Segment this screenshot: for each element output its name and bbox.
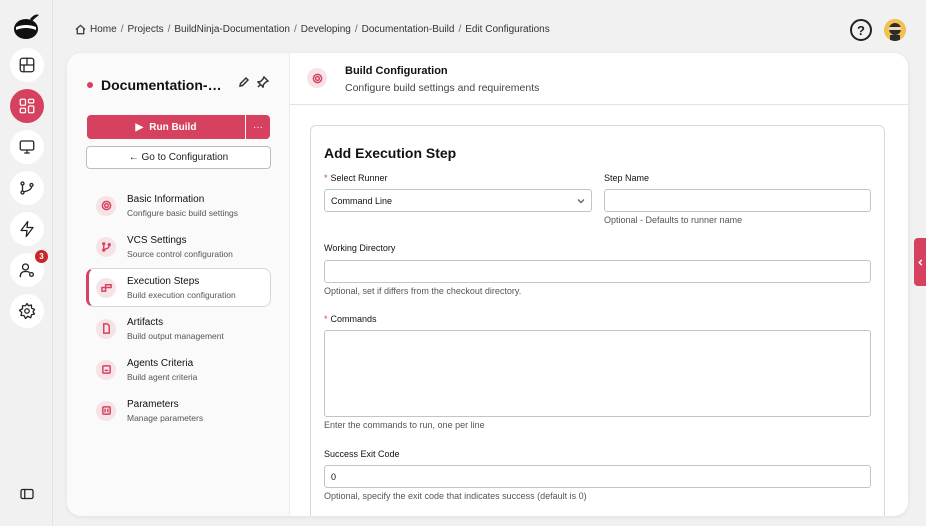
nav-label: Basic Information	[127, 193, 205, 205]
nav-label: Execution Steps	[127, 275, 200, 287]
sliders-icon	[101, 406, 111, 415]
steps-icon	[100, 284, 112, 292]
go-to-configuration-button[interactable]: ← Go to Configuration	[86, 146, 271, 169]
question-icon: ?	[857, 22, 865, 38]
rail-vcs-button[interactable]	[10, 171, 44, 205]
left-rail: 3	[0, 0, 53, 526]
main-card: Documentation-Build ▶ Run Build ··· ← Go…	[67, 53, 908, 516]
status-dot	[87, 82, 93, 88]
nav-label: Artifacts	[127, 316, 164, 328]
exit-code-help: Optional, specify the exit code that ind…	[324, 491, 587, 501]
gear-icon	[312, 73, 322, 83]
ninja-avatar-icon	[884, 19, 906, 41]
nav-label: VCS Settings	[127, 234, 187, 246]
edit-icon[interactable]	[238, 76, 250, 88]
settings-icon	[18, 302, 36, 320]
gear-icon	[101, 200, 111, 211]
monitor-icon	[19, 140, 35, 154]
run-build-button[interactable]: ▶ Run Build	[87, 115, 245, 139]
nav-desc: Build output management	[127, 330, 224, 341]
runner-select-value: Command Line	[331, 195, 393, 206]
breadcrumb-project[interactable]: BuildNinja-Documentation	[174, 24, 290, 35]
nav-agents-criteria[interactable]: Agents Criteria Build agent criteria	[86, 350, 271, 389]
avatar[interactable]	[884, 19, 906, 41]
nav-desc: Source control configuration	[127, 248, 233, 259]
nav-vcs-settings[interactable]: VCS Settings Source control configuration	[86, 227, 271, 266]
config-nav: Basic Information Configure basic build s…	[86, 186, 271, 432]
nav-execution-steps[interactable]: Execution Steps Build execution configura…	[86, 268, 271, 307]
file-icon	[102, 323, 110, 334]
agent-icon	[101, 365, 111, 374]
execution-step-form: Add Execution Step * Select Runner Comman…	[310, 125, 885, 516]
play-icon: ▶	[135, 121, 144, 133]
nav-parameters[interactable]: Parameters Manage parameters	[86, 391, 271, 430]
chevron-left-icon	[917, 258, 922, 266]
rail-collapse-button[interactable]	[10, 477, 44, 511]
rail-monitor-button[interactable]	[10, 130, 44, 164]
exit-code-input[interactable]: 0	[324, 465, 871, 488]
breadcrumb-current: Edit Configurations	[465, 24, 550, 35]
form-title: Add Execution Step	[324, 145, 457, 161]
exit-code-label: Success Exit Code	[324, 449, 400, 459]
nav-label: Agents Criteria	[127, 357, 194, 369]
breadcrumb-home[interactable]: Home	[90, 24, 117, 35]
breadcrumb: Home / Projects / BuildNinja-Documentation…	[75, 24, 550, 35]
vcs-icon	[20, 181, 34, 195]
notification-badge: 3	[35, 250, 48, 263]
sidebar-toggle-icon	[20, 488, 34, 500]
breadcrumb-build[interactable]: Documentation-Build	[362, 24, 455, 35]
projects-icon	[19, 98, 35, 114]
run-options-button[interactable]: ···	[246, 115, 270, 139]
step-name-help: Optional - Defaults to runner name	[604, 215, 743, 225]
nav-desc: Build agent criteria	[127, 371, 198, 382]
nav-basic-information[interactable]: Basic Information Configure basic build s…	[86, 186, 271, 225]
ninja-logo-icon[interactable]	[10, 10, 42, 42]
workdir-label: Working Directory	[324, 243, 396, 253]
step-name-input[interactable]	[604, 189, 871, 212]
branch-icon	[101, 242, 111, 252]
panel-subtitle: Configure build settings and requirement…	[345, 82, 540, 94]
nav-desc: Manage parameters	[127, 412, 204, 423]
config-sidebar: Documentation-Build ▶ Run Build ··· ← Go…	[67, 53, 290, 516]
chevron-down-icon	[577, 199, 585, 204]
required-marker: *	[324, 314, 328, 324]
runner-select[interactable]: Command Line	[324, 189, 592, 212]
panel-header: Build Configuration Configure build sett…	[290, 53, 908, 105]
nav-desc: Build execution configuration	[127, 289, 236, 300]
run-build-label: Run Build	[149, 121, 197, 133]
panel-title: Build Configuration	[345, 65, 448, 77]
nav-label: Parameters	[127, 398, 179, 410]
help-button[interactable]: ?	[850, 19, 872, 41]
runner-label: * Select Runner	[324, 173, 388, 183]
rail-users-button[interactable]: 3	[10, 250, 48, 287]
rail-lightning-button[interactable]	[10, 212, 44, 246]
workdir-input[interactable]	[324, 260, 871, 283]
dashboard-icon	[19, 57, 35, 73]
panel-collapse-tab[interactable]	[914, 238, 926, 286]
breadcrumb-group[interactable]: Developing	[301, 24, 351, 35]
commands-textarea[interactable]	[324, 330, 871, 417]
commands-help: Enter the commands to run, one per line	[324, 420, 485, 430]
required-marker: *	[324, 173, 328, 183]
home-icon	[75, 24, 86, 35]
workdir-help: Optional, set if differs from the checko…	[324, 286, 522, 296]
build-title: Documentation-Build	[87, 77, 231, 93]
users-icon	[19, 263, 35, 278]
breadcrumb-projects[interactable]: Projects	[127, 24, 163, 35]
rail-projects-button[interactable]	[10, 89, 44, 123]
app: 3 Home / Projects / BuildNinja-Documentati…	[0, 0, 926, 526]
rail-settings-button[interactable]	[10, 294, 44, 328]
nav-artifacts[interactable]: Artifacts Build output management	[86, 309, 271, 348]
step-name-label: Step Name	[604, 173, 650, 183]
rail-dashboard-button[interactable]	[10, 48, 44, 82]
lightning-icon	[20, 220, 34, 238]
commands-label: * Commands	[324, 314, 377, 324]
nav-desc: Configure basic build settings	[127, 207, 239, 218]
pin-icon[interactable]	[257, 76, 269, 88]
build-name: Documentation-Build	[101, 77, 231, 93]
